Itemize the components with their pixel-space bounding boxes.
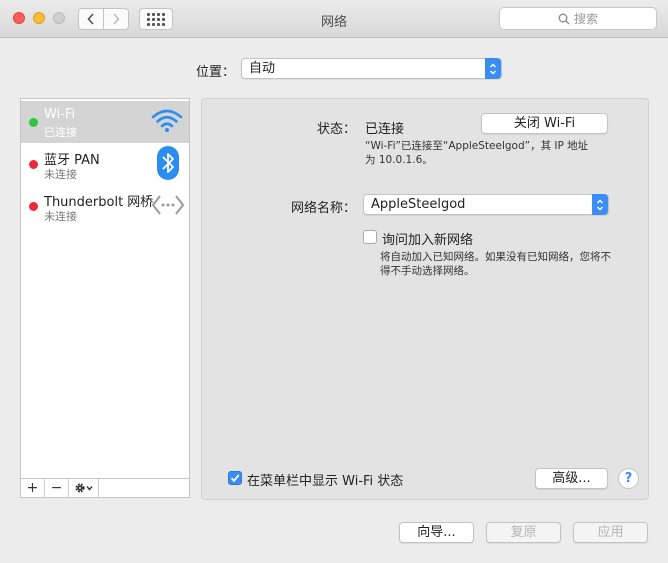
- status-value: 已连接: [365, 122, 405, 137]
- service-actions-button[interactable]: [69, 479, 99, 497]
- ask-join-checkbox[interactable]: [363, 230, 377, 244]
- ask-join-description-line2: 得不手动选择网络。: [380, 265, 475, 277]
- checkmark-icon: [230, 474, 240, 483]
- search-icon: [558, 13, 570, 24]
- service-status: 已连接: [44, 126, 77, 139]
- gear-icon: [74, 483, 93, 493]
- show-wifi-status-label: 在菜单栏中显示 Wi-Fi 状态: [247, 474, 404, 489]
- popup-arrows-icon: [592, 194, 608, 215]
- service-status: 未连接: [44, 210, 77, 223]
- service-list: Wi-Fi 已连接 蓝牙 PAN 未连接 Thunderbolt 网桥 未连接: [20, 98, 190, 498]
- revert-button[interactable]: 复原: [486, 522, 561, 543]
- search-placeholder: 搜索: [573, 12, 598, 26]
- location-popup[interactable]: 自动: [241, 58, 502, 79]
- status-description-line1: “Wi-Fi”已连接至“AppleSteelgod”，其 IP 地址: [365, 140, 589, 152]
- thunderbolt-bridge-icon: [151, 195, 185, 215]
- help-button[interactable]: ?: [618, 468, 639, 489]
- status-label: 状态：: [317, 122, 357, 137]
- service-item-wifi[interactable]: Wi-Fi 已连接: [21, 101, 189, 143]
- show-wifi-status-checkbox[interactable]: [228, 471, 242, 485]
- location-value: 自动: [249, 61, 276, 76]
- assist-me-button[interactable]: 向导...: [399, 522, 474, 543]
- service-item-thunderbolt-bridge[interactable]: Thunderbolt 网桥 未连接: [21, 185, 189, 227]
- advanced-button[interactable]: 高级...: [535, 468, 608, 489]
- bluetooth-icon: [157, 146, 179, 180]
- status-dot-disconnected: [29, 202, 38, 211]
- ask-join-label: 询问加入新网络: [382, 233, 474, 248]
- turn-off-wifi-button[interactable]: 关闭 Wi-Fi: [481, 113, 608, 134]
- remove-service-button[interactable]: −: [45, 479, 69, 497]
- network-name-popup[interactable]: AppleSteelgod: [363, 194, 609, 215]
- service-name: Wi-Fi: [44, 107, 76, 122]
- add-service-button[interactable]: +: [21, 479, 45, 497]
- search-field[interactable]: 搜索: [499, 7, 657, 30]
- popup-arrows-icon: [485, 58, 501, 79]
- service-list-toolbar: + −: [20, 478, 190, 498]
- network-name-label: 网络名称：: [291, 201, 357, 216]
- wifi-icon: [151, 109, 183, 132]
- location-label: 位置：: [196, 65, 236, 80]
- apply-button[interactable]: 应用: [573, 522, 648, 543]
- service-item-bluetooth-pan[interactable]: 蓝牙 PAN 未连接: [21, 143, 189, 185]
- service-status: 未连接: [44, 168, 77, 181]
- title-bar: 网络 搜索: [0, 0, 668, 38]
- status-dot-disconnected: [29, 160, 38, 169]
- status-dot-connected: [29, 118, 38, 127]
- network-name-value: AppleSteelgod: [371, 197, 466, 212]
- ask-join-description-line1: 将自动加入已知网络。如果没有已知网络，您将不: [380, 251, 611, 263]
- status-description-line2: 为 10.0.1.6。: [365, 154, 433, 166]
